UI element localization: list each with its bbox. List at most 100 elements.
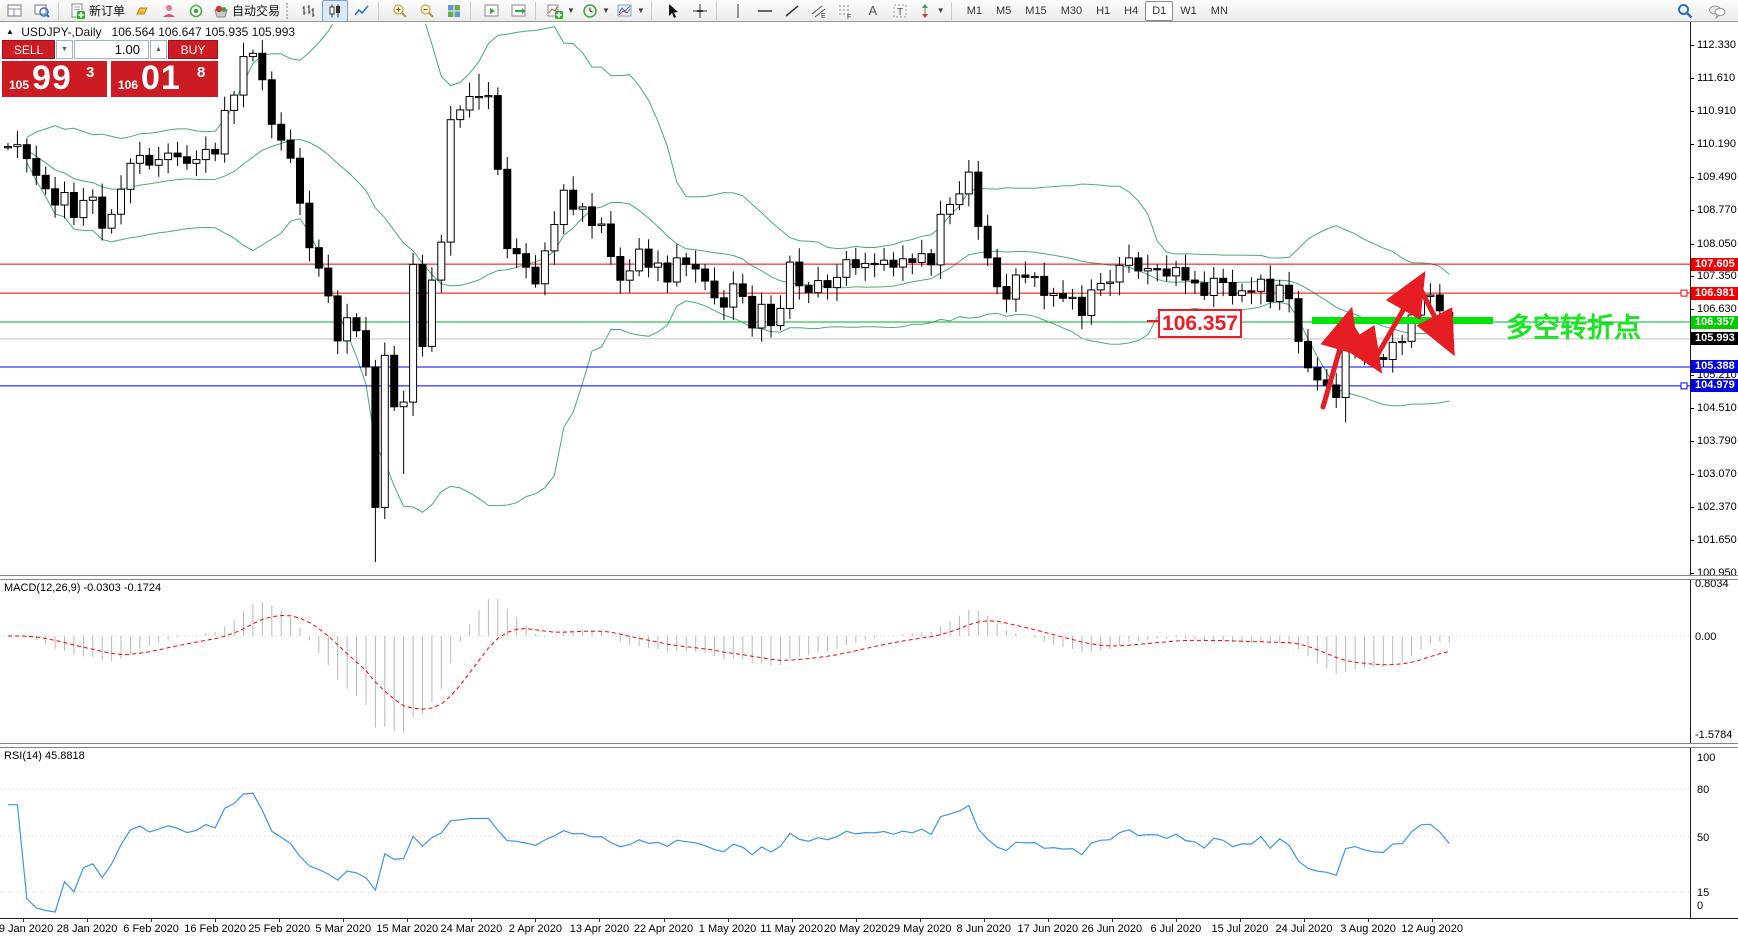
rsi-pane[interactable] [0, 747, 1690, 917]
date-tick [535, 918, 536, 922]
price-tick-label: 108.050 [1697, 238, 1737, 250]
zoom-in-icon[interactable] [387, 0, 413, 22]
main-chart-pane[interactable] [0, 24, 1690, 576]
candle [758, 304, 765, 328]
candle [1276, 285, 1283, 301]
candle [165, 153, 172, 160]
text-icon[interactable]: A [860, 0, 886, 22]
price-tick-label: 112.330 [1697, 39, 1736, 51]
template-button[interactable]: ▼ [614, 0, 648, 22]
candle [1229, 283, 1236, 296]
horizontal-line-icon[interactable] [752, 0, 778, 22]
arrows-icon[interactable]: ▼ [914, 0, 948, 22]
turning-point-annotation[interactable]: 多空转折点 [1506, 306, 1641, 345]
timeframe-w1[interactable]: W1 [1173, 1, 1204, 21]
price-tick [1690, 111, 1694, 112]
candle [645, 249, 652, 267]
chat-icon[interactable] [1704, 0, 1730, 22]
candle [1323, 380, 1330, 385]
tile-windows-icon[interactable] [441, 0, 467, 22]
timeframe-d1[interactable]: D1 [1145, 1, 1173, 21]
date-label: 11 May 2020 [760, 923, 823, 935]
autotrade-button[interactable]: 自动交易 [210, 0, 283, 22]
channel-icon[interactable]: E [806, 0, 832, 22]
volume-up-button[interactable]: ▲ [150, 40, 167, 59]
candles-chart-type-icon[interactable] [322, 0, 348, 22]
new-order-button[interactable]: 新订单 [67, 0, 128, 22]
gold-icon[interactable] [129, 0, 155, 22]
price-tick [1690, 375, 1694, 376]
zoom-out-icon[interactable] [414, 0, 440, 22]
candle [815, 281, 822, 293]
community-icon[interactable] [156, 0, 182, 22]
timeframe-m15[interactable]: M15 [1018, 1, 1053, 21]
line-handle[interactable] [1681, 290, 1687, 296]
buy-button[interactable]: BUY [168, 40, 218, 59]
svg-text:E: E [821, 13, 826, 19]
line-chart-type-icon[interactable] [349, 0, 375, 22]
date-label: 6 Feb 2020 [123, 923, 179, 935]
candle [136, 155, 143, 163]
candle [1041, 276, 1048, 295]
sell-price[interactable]: 105 99 3 [2, 61, 107, 97]
chart-shift-icon[interactable] [506, 0, 532, 22]
volume-down-button[interactable]: ▼ [56, 40, 73, 59]
timeframe-m5[interactable]: M5 [989, 1, 1018, 21]
pane-separator[interactable] [0, 743, 1738, 748]
buy-price-handle: 106 [118, 78, 138, 92]
candle [805, 286, 812, 293]
date-tick [23, 918, 24, 922]
text-label-icon[interactable]: T [887, 0, 913, 22]
price-badge-105.993: 105.993 [1691, 332, 1738, 345]
sell-button[interactable]: SELL [2, 40, 55, 59]
date-label: 26 Jun 2020 [1082, 923, 1143, 935]
search-icon[interactable] [1672, 0, 1698, 22]
timeframe-mn[interactable]: MN [1204, 1, 1235, 21]
turning-point-bar[interactable] [1312, 317, 1493, 324]
candle [1050, 294, 1057, 296]
timeframe-m30[interactable]: M30 [1054, 1, 1089, 21]
price-badge-107.605: 107.605 [1691, 258, 1738, 271]
volume-input[interactable]: 1.00 [74, 40, 149, 59]
candle [541, 251, 548, 284]
candle [1267, 279, 1274, 301]
date-label: 5 Mar 2020 [315, 923, 371, 935]
charts-profile-icon[interactable] [2, 0, 28, 22]
new-order-label: 新订单 [89, 2, 125, 19]
candle [1220, 278, 1227, 282]
timeframe-h4[interactable]: H4 [1117, 1, 1145, 21]
candle [1333, 385, 1340, 398]
crosshair-icon[interactable] [687, 0, 713, 22]
date-label: 3 Aug 2020 [1340, 923, 1396, 935]
bars-chart-type-icon[interactable] [295, 0, 321, 22]
indicators-add-button[interactable]: ▼ [544, 0, 578, 22]
vertical-line-icon[interactable] [725, 0, 751, 22]
pane-separator[interactable] [0, 575, 1738, 580]
candle [193, 160, 200, 164]
auto-scroll-icon[interactable] [479, 0, 505, 22]
date-label: 29 May 2020 [888, 923, 952, 935]
date-tick [792, 918, 793, 922]
period-clock-button[interactable]: ▼ [579, 0, 613, 22]
fibonacci-icon[interactable]: F [833, 0, 859, 22]
horizontal-lines [0, 264, 1690, 389]
cursor-icon[interactable] [660, 0, 686, 22]
date-tick [1304, 918, 1305, 922]
trendline-icon[interactable] [779, 0, 805, 22]
line-handle[interactable] [1681, 383, 1687, 389]
candle [5, 147, 12, 148]
candle [1191, 280, 1198, 283]
buy-price[interactable]: 106 01 8 [111, 61, 218, 97]
timeframe-h1[interactable]: H1 [1089, 1, 1117, 21]
date-label: 19 Jan 2020 [0, 923, 53, 935]
price-callout[interactable]: 106.357 [1158, 309, 1242, 338]
candle [1210, 278, 1217, 295]
candle [1352, 341, 1359, 346]
chart-preview-icon[interactable] [29, 0, 55, 22]
date-tick [407, 918, 408, 922]
macd-pane[interactable] [0, 579, 1690, 743]
globe-icon[interactable] [183, 0, 209, 22]
timeframe-m1[interactable]: M1 [960, 1, 989, 21]
candle [523, 254, 530, 268]
candle [70, 193, 77, 218]
